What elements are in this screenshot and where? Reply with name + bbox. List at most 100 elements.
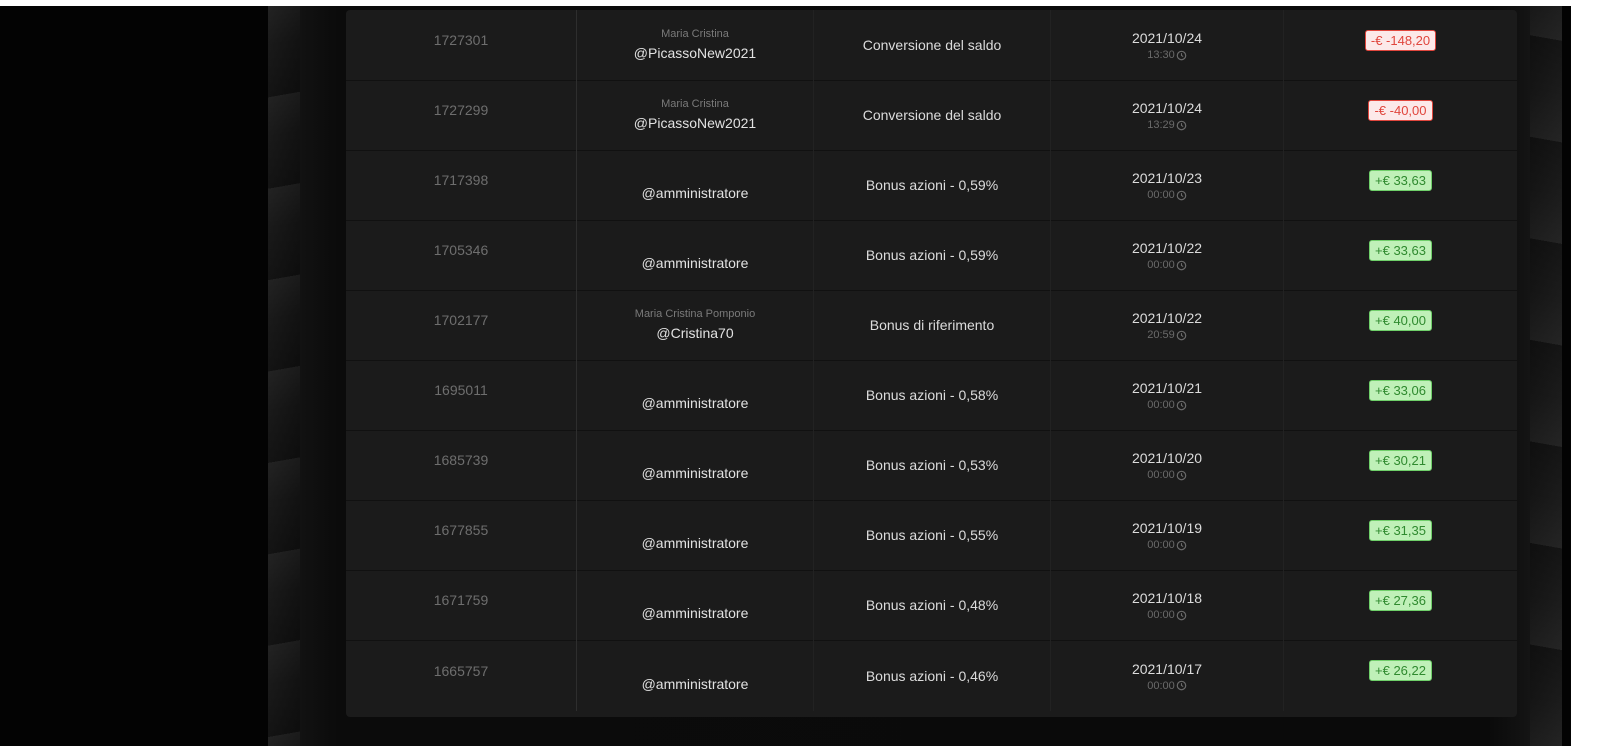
amount-cell: +€ 40,00	[1284, 290, 1517, 360]
user-cell: @amministratore	[577, 570, 814, 640]
date-cell: 2021/10/22 00:00	[1051, 220, 1284, 290]
user-handle[interactable]: @amministratore	[642, 603, 749, 623]
date-cell: 2021/10/20 00:00	[1051, 430, 1284, 500]
transaction-date: 2021/10/24	[1131, 100, 1203, 116]
amount-cell: +€ 26,22	[1284, 640, 1517, 711]
transaction-type: Bonus azioni - 0,46%	[865, 667, 999, 684]
amount-cell: +€ 27,36	[1284, 570, 1517, 640]
user-handle[interactable]: @amministratore	[642, 533, 749, 553]
user-cell: Maria Cristina Pomponio @Cristina70	[577, 290, 814, 360]
amount-cell: +€ 30,21	[1284, 430, 1517, 500]
scrollbar-track[interactable]	[1571, 0, 1597, 746]
transaction-id-cell: 1705346	[346, 220, 577, 290]
date-cell: 2021/10/24 13:29	[1051, 80, 1284, 150]
user-cell: @amministratore	[577, 640, 814, 711]
transaction-id: 1727301	[433, 32, 489, 48]
table-row: 1671759 @amministratore Bonus azioni - 0…	[346, 570, 1517, 641]
transaction-type-cell: Conversione del saldo	[814, 10, 1051, 80]
user-full-name: Maria Cristina	[661, 28, 729, 40]
transaction-time: 13:30	[1147, 49, 1175, 61]
amount-badge: +€ 27,36	[1369, 589, 1432, 611]
transaction-id-cell: 1727301	[346, 10, 577, 80]
transaction-id: 1705346	[433, 242, 489, 258]
transaction-type: Conversione del saldo	[862, 37, 1002, 53]
amount-cell: +€ 31,35	[1284, 500, 1517, 570]
user-handle[interactable]: @PicassoNew2021	[634, 43, 756, 63]
transaction-type-cell: Bonus azioni - 0,59%	[814, 150, 1051, 220]
amount-cell: +€ 33,06	[1284, 360, 1517, 430]
clock-icon	[1176, 260, 1187, 270]
transaction-date: 2021/10/22	[1131, 310, 1203, 326]
table-row: 1702177 Maria Cristina Pomponio @Cristina…	[346, 290, 1517, 361]
transaction-time: 00:00	[1147, 679, 1175, 692]
table-row: 1727299 Maria Cristina @PicassoNew2021 Co…	[346, 80, 1517, 151]
amount-badge: +€ 30,21	[1369, 449, 1432, 471]
date-cell: 2021/10/24 13:30	[1051, 10, 1284, 80]
transaction-id-cell: 1717398	[346, 150, 577, 220]
clock-icon	[1176, 680, 1187, 691]
transaction-time: 00:00	[1147, 189, 1175, 201]
clock-icon	[1176, 190, 1187, 200]
transaction-type-cell: Bonus azioni - 0,46%	[814, 640, 1051, 711]
clock-icon	[1176, 120, 1187, 130]
transaction-type: Bonus azioni - 0,59%	[865, 177, 999, 193]
amount-cell: +€ 33,63	[1284, 150, 1517, 220]
transaction-time: 20:59	[1147, 329, 1175, 341]
amount-badge: +€ 33,06	[1369, 379, 1432, 401]
user-handle[interactable]: @amministratore	[642, 253, 749, 273]
date-cell: 2021/10/18 00:00	[1051, 570, 1284, 640]
date-cell: 2021/10/19 00:00	[1051, 500, 1284, 570]
transaction-date: 2021/10/19	[1131, 520, 1203, 536]
transaction-date: 2021/10/21	[1131, 380, 1203, 396]
user-handle[interactable]: @amministratore	[642, 183, 749, 203]
amount-badge: -€ -148,20	[1364, 29, 1437, 51]
date-cell: 2021/10/23 00:00	[1051, 150, 1284, 220]
transaction-type: Bonus di riferimento	[869, 317, 995, 333]
transaction-type: Bonus azioni - 0,48%	[865, 597, 999, 613]
transaction-id: 1727299	[433, 102, 489, 118]
amount-badge: +€ 31,35	[1369, 519, 1432, 541]
transaction-id: 1671759	[433, 592, 489, 608]
table-row: 1665757 @amministratore Bonus azioni - 0…	[346, 640, 1517, 711]
amount-cell: +€ 33,63	[1284, 220, 1517, 290]
clock-icon	[1176, 540, 1187, 550]
transaction-type-cell: Bonus di riferimento	[814, 290, 1051, 360]
table-row: 1695011 @amministratore Bonus azioni - 0…	[346, 360, 1517, 431]
amount-cell: -€ -148,20	[1284, 10, 1517, 80]
transaction-date: 2021/10/18	[1131, 590, 1203, 606]
transaction-date: 2021/10/22	[1131, 240, 1203, 256]
transaction-time: 00:00	[1147, 399, 1175, 411]
date-cell: 2021/10/21 00:00	[1051, 360, 1284, 430]
transaction-type-cell: Conversione del saldo	[814, 80, 1051, 150]
amount-badge: +€ 26,22	[1369, 660, 1432, 681]
user-handle[interactable]: @PicassoNew2021	[634, 113, 756, 133]
clock-icon	[1176, 330, 1187, 340]
transaction-type-cell: Bonus azioni - 0,55%	[814, 500, 1051, 570]
transaction-id: 1702177	[433, 312, 489, 328]
user-full-name: Maria Cristina Pomponio	[634, 308, 756, 320]
transaction-type-cell: Bonus azioni - 0,48%	[814, 570, 1051, 640]
user-cell: @amministratore	[577, 360, 814, 430]
amount-badge: -€ -40,00	[1368, 99, 1433, 121]
transaction-time: 00:00	[1147, 259, 1175, 271]
transaction-type: Bonus azioni - 0,53%	[865, 457, 999, 473]
user-cell: Maria Cristina @PicassoNew2021	[577, 10, 814, 80]
date-cell: 2021/10/17 00:00	[1051, 640, 1284, 711]
user-handle[interactable]: @amministratore	[642, 463, 749, 483]
transaction-id-cell: 1695011	[346, 360, 577, 430]
transaction-id: 1665757	[433, 662, 489, 679]
amount-badge: +€ 33,63	[1369, 169, 1432, 191]
user-handle[interactable]: @Cristina70	[656, 323, 733, 343]
user-handle[interactable]: @amministratore	[642, 674, 749, 694]
table-row: 1685739 @amministratore Bonus azioni - 0…	[346, 430, 1517, 501]
transaction-type: Bonus azioni - 0,59%	[865, 247, 999, 263]
table-row: 1727301 Maria Cristina @PicassoNew2021 Co…	[346, 10, 1517, 81]
transaction-type-cell: Bonus azioni - 0,59%	[814, 220, 1051, 290]
user-handle[interactable]: @amministratore	[642, 393, 749, 413]
user-cell: @amministratore	[577, 430, 814, 500]
transaction-type-cell: Bonus azioni - 0,53%	[814, 430, 1051, 500]
transaction-id-cell: 1702177	[346, 290, 577, 360]
clock-icon	[1176, 470, 1187, 480]
table-row: 1677855 @amministratore Bonus azioni - 0…	[346, 500, 1517, 571]
transactions-table: 1727301 Maria Cristina @PicassoNew2021 Co…	[346, 10, 1517, 717]
